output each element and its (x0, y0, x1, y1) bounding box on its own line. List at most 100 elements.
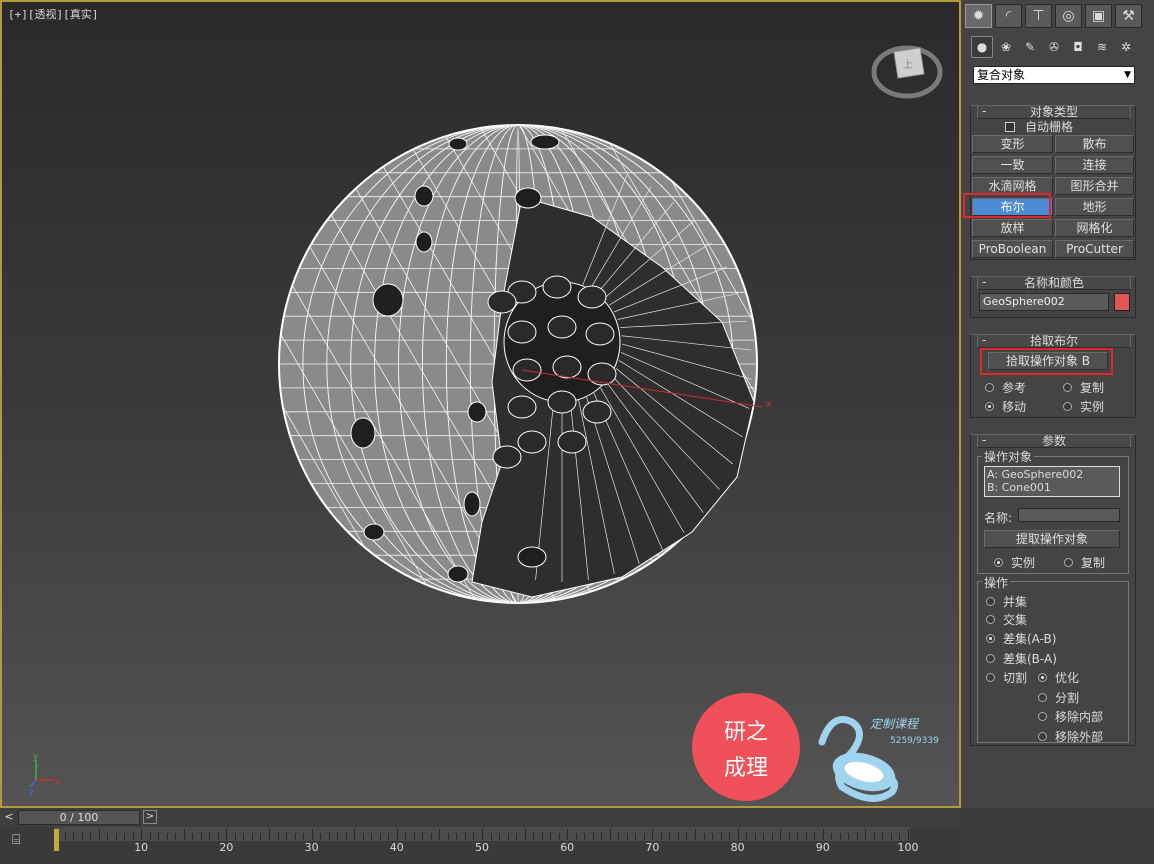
scatter-button[interactable]: 散布 (1055, 135, 1134, 153)
radio-dot[interactable] (986, 615, 995, 624)
hierarchy-tab-icon[interactable]: ⊤ (1025, 4, 1052, 28)
boolean-highlight-box (963, 193, 1051, 218)
category-dropdown[interactable]: 复合对象 ▼ (973, 66, 1135, 84)
copy-radio[interactable]: 复制 (1063, 379, 1104, 396)
radio-dot-selected[interactable] (986, 634, 995, 643)
cameras-icon[interactable]: ✇ (1043, 36, 1065, 58)
shapemerge-button[interactable]: 图形合并 (1055, 177, 1134, 195)
radio-dot[interactable] (986, 673, 995, 682)
reference-radio[interactable]: 参考 (985, 379, 1026, 396)
object-name-field[interactable]: GeoSphere002 (979, 293, 1109, 311)
shapes-icon[interactable]: ❀ (995, 36, 1017, 58)
subtraction-ab-radio[interactable]: 差集(A-B) (986, 630, 1056, 647)
morph-button[interactable]: 变形 (972, 135, 1053, 153)
extract-instance-radio[interactable]: 实例 (994, 554, 1035, 571)
axis-tripod-icon: y x z (29, 752, 61, 798)
mesher-button[interactable]: 网格化 (1055, 219, 1134, 237)
radio-dot[interactable] (986, 597, 995, 606)
category-value: 复合对象 (977, 68, 1026, 82)
union-radio[interactable]: 并集 (986, 593, 1027, 610)
proboolean-button[interactable]: ProBoolean (972, 240, 1053, 258)
autogrid-label: 自动栅格 (1025, 120, 1074, 134)
curve-editor-icon[interactable]: ⌸ (12, 832, 32, 848)
systems-icon[interactable]: ✲ (1115, 36, 1137, 58)
subtraction-ba-radio[interactable]: 差集(B-A) (986, 650, 1057, 667)
spacewarps-icon[interactable]: ≋ (1091, 36, 1113, 58)
loft-button[interactable]: 放样 (972, 219, 1053, 237)
radio-dot-selected[interactable] (985, 402, 994, 411)
viewcube-top-face[interactable]: 上 (903, 59, 913, 71)
cut-refine-radio[interactable]: 优化 (1038, 669, 1079, 686)
cut-radio[interactable]: 切割 (986, 669, 1027, 686)
display-tab-icon[interactable]: ▣ (1085, 4, 1112, 28)
ruler-label: 100 (897, 841, 919, 854)
connect-button[interactable]: 连接 (1055, 156, 1134, 174)
radio-dot[interactable] (1038, 712, 1047, 721)
radio-dot[interactable] (1063, 383, 1072, 392)
parameters-rollout: - 参数 操作对象 A: GeoSphere002 B: Cone001 名称: … (970, 434, 1136, 746)
dropdown-arrow-icon: ▼ (1124, 70, 1131, 80)
object-type-rollout-title[interactable]: - 对象类型 (977, 105, 1131, 119)
viewcube[interactable]: 上 (871, 45, 943, 99)
cut-remove-inside-radio[interactable]: 移除内部 (1038, 708, 1103, 725)
time-next-button[interactable]: > (143, 810, 157, 824)
instance-radio[interactable]: 实例 (1063, 398, 1104, 415)
pick-boolean-rollout-title[interactable]: - 拾取布尔 (977, 334, 1131, 348)
brand-number: 5259/9339 (890, 736, 939, 746)
checkbox-icon[interactable] (1005, 121, 1015, 132)
procutter-button[interactable]: ProCutter (1055, 240, 1134, 258)
radio-dot[interactable] (986, 654, 995, 663)
extract-operand-button[interactable]: 提取操作对象 (984, 530, 1120, 548)
extract-copy-radio[interactable]: 复制 (1064, 554, 1105, 571)
ruler-label: 70 (645, 841, 660, 854)
operand-name-field[interactable] (1018, 508, 1120, 522)
radio-dot[interactable] (985, 383, 994, 392)
operands-group-label: 操作对象 (982, 448, 1035, 465)
radio-dot[interactable] (1063, 402, 1072, 411)
utilities-tab-icon[interactable]: ⚒ (1115, 4, 1142, 28)
ruler-label: 50 (475, 841, 489, 854)
ruler-label: 30 (304, 841, 319, 854)
ruler-label: 90 (815, 841, 830, 854)
parameters-rollout-title[interactable]: - 参数 (977, 434, 1131, 448)
terrain-button[interactable]: 地形 (1055, 198, 1134, 216)
geometry-icon[interactable]: ● (971, 36, 993, 58)
operand-b-item[interactable]: B: Cone001 (987, 481, 1117, 494)
ruler-label: 40 (389, 841, 404, 854)
helpers-icon[interactable]: ◘ (1067, 36, 1089, 58)
perspective-viewport[interactable]: [+][透视][真实] x 上 y x z 研之 成理 定制课程 5259/93… (0, 0, 961, 808)
operand-a-item[interactable]: A: GeoSphere002 (987, 468, 1117, 481)
intersection-radio[interactable]: 交集 (986, 611, 1027, 628)
object-color-swatch[interactable] (1114, 293, 1130, 311)
radio-dot[interactable] (1064, 558, 1073, 567)
radio-dot[interactable] (1038, 693, 1047, 702)
ruler-label: 60 (560, 841, 575, 854)
radio-dot-selected[interactable] (994, 558, 1003, 567)
scene-canvas[interactable]: x 上 y x z 研之 成理 定制课程 5259/9339 (2, 2, 961, 808)
trackbar: ⌸ 10 20 30 40 50 60 70 80 90 100 (0, 827, 961, 864)
conform-button[interactable]: 一致 (972, 156, 1053, 174)
time-slider-thumb[interactable]: 0 / 100 (18, 810, 140, 825)
command-panel-tabs: ✹ ◜ ⊤ ◎ ▣ ⚒ (965, 4, 1145, 28)
current-frame-marker[interactable] (54, 829, 59, 851)
move-radio[interactable]: 移动 (985, 398, 1026, 415)
operand-name-label: 名称: (984, 511, 1013, 525)
radio-dot-selected[interactable] (1038, 673, 1047, 682)
ruler-ticks[interactable] (54, 827, 910, 841)
status-panel-area (961, 808, 1154, 864)
autogrid-checkbox[interactable]: 自动栅格 (1005, 118, 1073, 135)
cut-split-radio[interactable]: 分割 (1038, 689, 1079, 706)
name-color-rollout-title[interactable]: - 名称和颜色 (977, 276, 1131, 290)
cut-remove-outside-radio[interactable]: 移除外部 (1038, 728, 1103, 745)
operands-list[interactable]: A: GeoSphere002 B: Cone001 (984, 466, 1120, 497)
frame-ruler[interactable]: 10 20 30 40 50 60 70 80 90 100 (54, 827, 919, 864)
radio-dot[interactable] (1038, 732, 1047, 741)
time-prev-button[interactable]: < (2, 810, 16, 824)
operation-group: 操作 并集 交集 差集(A-B) 差集(B-A) 切割 优化 分割 移除内部 移… (977, 574, 1129, 745)
motion-tab-icon[interactable]: ◎ (1055, 4, 1082, 28)
seal-line-1: 研之 (724, 720, 768, 745)
create-tab-icon[interactable]: ✹ (965, 4, 992, 28)
name-color-rollout: - 名称和颜色 GeoSphere002 (970, 276, 1136, 318)
modify-tab-icon[interactable]: ◜ (995, 4, 1022, 28)
lights-icon[interactable]: ✎ (1019, 36, 1041, 58)
